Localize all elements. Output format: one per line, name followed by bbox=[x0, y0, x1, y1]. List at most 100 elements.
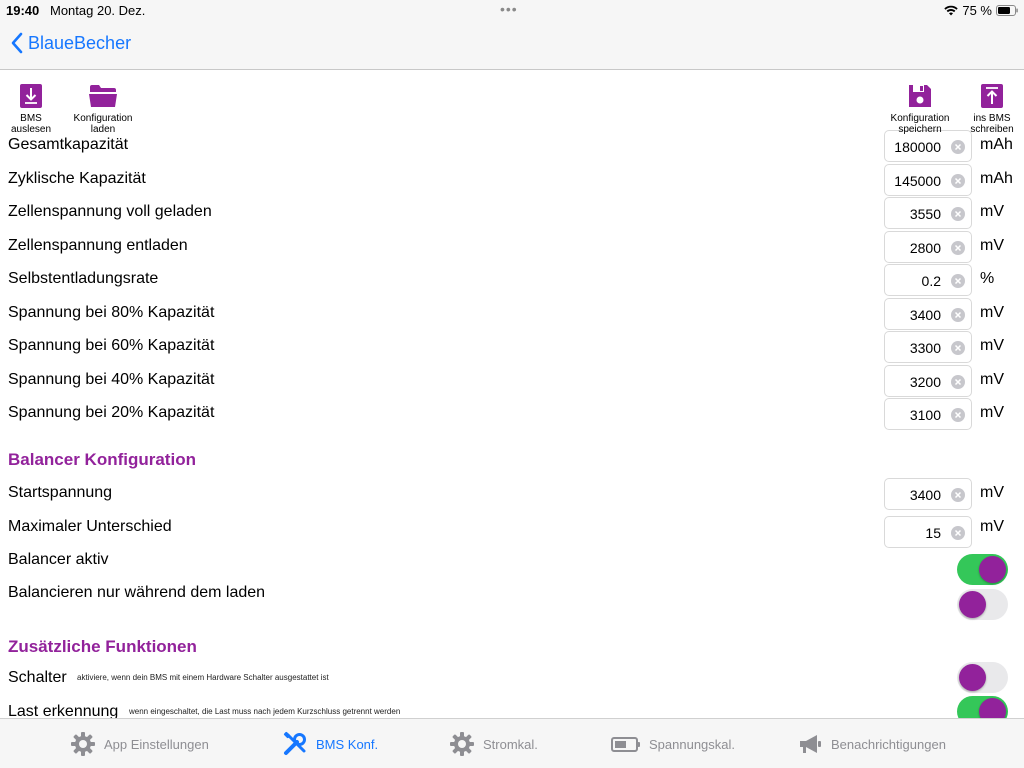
start-voltage-label: Startspannung bbox=[8, 484, 113, 501]
capacity-row-value: 3200 bbox=[909, 373, 941, 390]
max-difference-unit: mV bbox=[980, 518, 1004, 535]
capacity-row-input[interactable]: 3400 bbox=[884, 297, 972, 330]
tab-voltage-calibration[interactable]: Spannungskal. bbox=[611, 731, 735, 757]
start-voltage-input[interactable]: 3400 bbox=[884, 478, 972, 510]
capacity-row-unit: mAh bbox=[980, 136, 1013, 153]
capacity-row-value: 3400 bbox=[909, 306, 941, 323]
clear-icon[interactable] bbox=[951, 408, 965, 422]
capacity-row-input[interactable]: 145000 bbox=[884, 163, 972, 196]
clear-icon[interactable] bbox=[951, 240, 965, 255]
clear-icon[interactable] bbox=[951, 307, 965, 322]
upload-icon bbox=[981, 84, 1003, 108]
capacity-row: Zyklische Kapazität 145000 mAh bbox=[0, 163, 1024, 204]
capacity-row-label: Spannung bei 20% Kapazität bbox=[8, 404, 215, 421]
capacity-row-unit: mV bbox=[980, 370, 1004, 388]
start-voltage-row: Startspannung 3400 mV bbox=[0, 478, 1024, 518]
tab-app-settings[interactable]: App Einstellungen bbox=[70, 731, 209, 757]
capacity-row: Zellenspannung voll geladen 3550 mV bbox=[0, 197, 1024, 237]
clear-icon[interactable] bbox=[951, 173, 965, 188]
clear-icon[interactable] bbox=[951, 207, 965, 221]
clear-icon[interactable] bbox=[951, 341, 965, 355]
status-time: 19:40 bbox=[6, 3, 40, 18]
capacity-row-value: 0.2 bbox=[921, 273, 941, 289]
capacity-row-value: 145000 bbox=[894, 172, 941, 189]
capacity-row-input[interactable]: 0.2 bbox=[884, 264, 972, 296]
capacity-row-label: Spannung bei 40% Kapazität bbox=[8, 370, 215, 388]
capacity-row-unit: mV bbox=[980, 203, 1004, 220]
balance-charge-only-label: Balancieren nur während dem laden bbox=[8, 584, 266, 601]
load-config-button[interactable]: Konfiguration laden bbox=[63, 82, 143, 135]
switch-toggle[interactable] bbox=[957, 662, 1008, 693]
max-difference-label: Maximaler Unterschied bbox=[8, 518, 172, 535]
capacity-row-input[interactable]: 2800 bbox=[884, 230, 972, 263]
save-config-button[interactable]: Konfiguration speichern bbox=[880, 82, 960, 135]
capacity-row-value: 180000 bbox=[894, 139, 941, 155]
wifi-icon bbox=[944, 5, 959, 16]
gear-icon bbox=[71, 732, 95, 756]
tab-app-settings-label: App Einstellungen bbox=[104, 736, 209, 752]
download-icon bbox=[20, 84, 42, 108]
capacity-row: Gesamtkapazität 180000 mAh bbox=[0, 130, 1024, 170]
max-difference-value: 15 bbox=[925, 525, 941, 541]
capacity-row: Zellenspannung entladen 2800 mV bbox=[0, 230, 1024, 271]
extra-functions-section-title: Zusätzliche Funktionen bbox=[8, 637, 197, 656]
capacity-row-unit: % bbox=[980, 270, 995, 287]
balancer-active-row: Balancer aktiv bbox=[0, 551, 1024, 585]
tab-voltage-calibration-label: Spannungskal. bbox=[649, 736, 736, 752]
tab-current-calibration[interactable]: Stromkal. bbox=[449, 731, 538, 757]
clear-icon[interactable] bbox=[951, 274, 965, 288]
tab-bms-config[interactable]: BMS Konf. bbox=[282, 731, 378, 757]
capacity-row-label: Zellenspannung voll geladen bbox=[8, 203, 212, 220]
load-detection-label: Last erkennung bbox=[8, 703, 119, 718]
clear-icon[interactable] bbox=[951, 374, 965, 389]
back-button[interactable]: BlaueBecher bbox=[10, 32, 131, 54]
read-bms-button[interactable]: BMS auslesen bbox=[0, 82, 71, 135]
clear-icon[interactable] bbox=[951, 526, 965, 540]
toggle-knob bbox=[959, 664, 986, 691]
back-button-label: BlaueBecher bbox=[28, 32, 132, 53]
battery-icon bbox=[996, 5, 1018, 16]
battery-percent: 75 % bbox=[962, 3, 992, 18]
tab-notifications[interactable]: Benachrichtigungen bbox=[797, 731, 946, 757]
capacity-row-label: Selbstentladungsrate bbox=[8, 270, 159, 287]
tab-notifications-label: Benachrichtigungen bbox=[831, 736, 946, 752]
wrench-screwdriver-icon bbox=[283, 731, 306, 755]
switch-hint: aktiviere, wenn dein BMS mit einem Hardw… bbox=[77, 673, 329, 682]
save-config-label: Konfiguration speichern bbox=[890, 113, 950, 135]
capacity-row: Spannung bei 20% Kapazität 3100 mV bbox=[0, 398, 1024, 438]
read-bms-label: BMS auslesen bbox=[10, 113, 52, 135]
start-voltage-unit: mV bbox=[980, 484, 1004, 501]
capacity-row-label: Zyklische Kapazität bbox=[8, 169, 146, 187]
max-difference-input[interactable]: 15 bbox=[884, 516, 972, 548]
capacity-row-input[interactable]: 3550 bbox=[884, 197, 972, 229]
capacity-row-unit: mAh bbox=[980, 169, 1013, 187]
capacity-row-label: Spannung bei 60% Kapazität bbox=[8, 337, 215, 354]
toggle-knob bbox=[979, 556, 1006, 583]
bms-config-form[interactable]: Gesamtkapazität 180000 mAh Zyklische Kapazi… bbox=[0, 70, 1024, 718]
switch-label: Schalter bbox=[8, 669, 67, 686]
capacity-row-input[interactable]: 3200 bbox=[884, 364, 972, 397]
balancer-active-toggle[interactable] bbox=[957, 554, 1008, 585]
capacity-row-input[interactable]: 3300 bbox=[884, 331, 972, 363]
multitasking-dots-icon[interactable]: ••• bbox=[500, 1, 518, 17]
capacity-row-value: 2800 bbox=[909, 239, 941, 256]
tab-bar: App Einstellungen BMS Konf. Stromkal. Sp… bbox=[0, 718, 1024, 768]
load-detection-toggle[interactable] bbox=[957, 696, 1008, 718]
capacity-row: Spannung bei 60% Kapazität 3300 mV bbox=[0, 331, 1024, 371]
battery-icon bbox=[611, 737, 640, 752]
write-bms-button[interactable]: ins BMS schreiben bbox=[952, 82, 1024, 135]
status-indicators: 75 % bbox=[944, 3, 1018, 18]
max-difference-row: Maximaler Unterschied 15 mV bbox=[0, 516, 1024, 552]
tab-current-calibration-label: Stromkal. bbox=[483, 736, 538, 752]
status-date: Montag 20. Dez. bbox=[50, 3, 146, 18]
capacity-row-unit: mV bbox=[980, 337, 1004, 354]
balance-charge-only-toggle[interactable] bbox=[957, 589, 1008, 620]
capacity-row-input[interactable]: 3100 bbox=[884, 398, 972, 430]
capacity-row: Spannung bei 40% Kapazität 3200 mV bbox=[0, 364, 1024, 405]
capacity-row-value: 3300 bbox=[909, 340, 941, 356]
floppy-disk-icon bbox=[909, 85, 931, 107]
status-bar: 19:40 Montag 20. Dez. ••• 75 % bbox=[0, 0, 1024, 22]
balancer-active-label: Balancer aktiv bbox=[8, 551, 109, 568]
clear-icon[interactable] bbox=[951, 488, 965, 502]
clear-icon[interactable] bbox=[951, 140, 965, 154]
